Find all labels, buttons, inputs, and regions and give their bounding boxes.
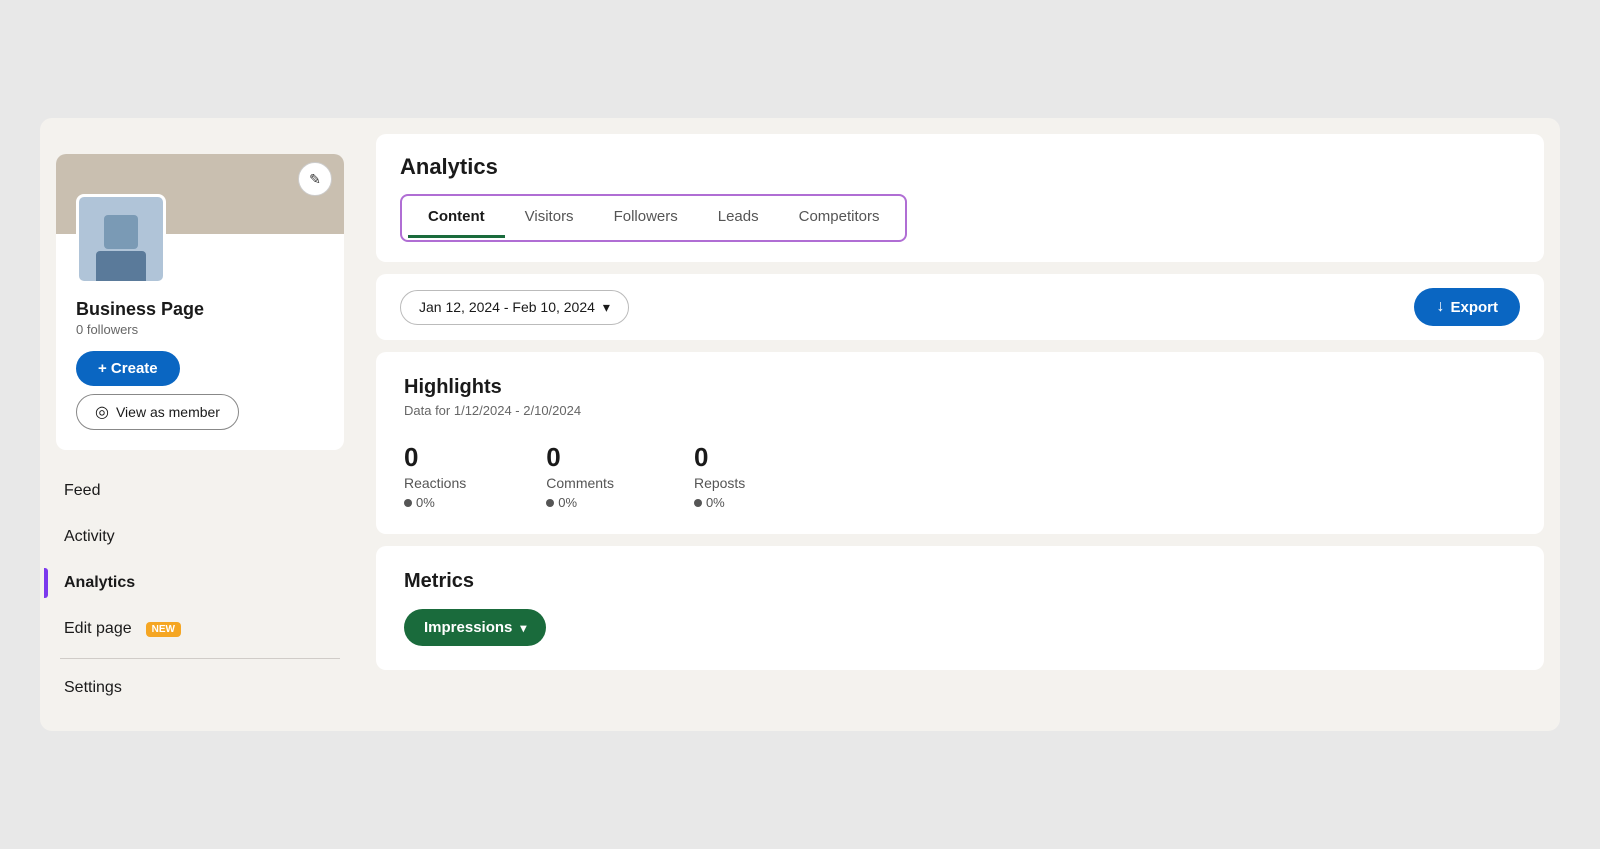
tab-followers[interactable]: Followers — [594, 198, 698, 238]
comments-dot — [546, 499, 554, 507]
reactions-number: 0 — [404, 442, 466, 473]
download-icon: ↓ — [1436, 298, 1444, 316]
analytics-header-card: Analytics Content Visitors Followers Lea… — [376, 134, 1544, 262]
feed-label: Feed — [64, 482, 100, 500]
settings-label: Settings — [64, 679, 122, 697]
metrics-title: Metrics — [404, 570, 1516, 593]
impressions-label: Impressions — [424, 619, 512, 636]
reactions-pct-value: 0% — [416, 495, 435, 510]
highlights-card: Highlights Data for 1/12/2024 - 2/10/202… — [376, 352, 1544, 534]
eye-icon: ◎ — [95, 402, 109, 422]
edit-icon: ✎ — [309, 171, 321, 188]
avatar-shape-bottom — [96, 251, 146, 281]
highlights-title: Highlights — [404, 376, 1516, 399]
comments-pct-value: 0% — [558, 495, 577, 510]
reposts-pct: 0% — [694, 495, 745, 510]
date-range-label: Jan 12, 2024 - Feb 10, 2024 — [419, 299, 595, 315]
highlights-subtitle: Data for 1/12/2024 - 2/10/2024 — [404, 403, 1516, 418]
view-as-member-button[interactable]: ◎ View as member — [76, 394, 239, 430]
reactions-pct: 0% — [404, 495, 466, 510]
stat-reactions: 0 Reactions 0% — [404, 442, 466, 510]
nav-divider — [60, 658, 340, 659]
export-button[interactable]: ↓ Export — [1414, 288, 1520, 326]
new-badge: NEW — [146, 622, 181, 637]
avatar — [76, 194, 166, 284]
profile-info: Business Page 0 followers — [56, 289, 344, 337]
edit-button[interactable]: ✎ — [298, 162, 332, 196]
impressions-button[interactable]: Impressions ▾ — [404, 609, 546, 646]
highlights-stats: 0 Reactions 0% 0 Comments 0% — [404, 442, 1516, 510]
reactions-label: Reactions — [404, 475, 466, 491]
reposts-label: Reposts — [694, 475, 745, 491]
tab-content[interactable]: Content — [408, 198, 505, 238]
activity-label: Activity — [64, 528, 115, 546]
reposts-dot — [694, 499, 702, 507]
stat-reposts: 0 Reposts 0% — [694, 442, 745, 510]
sidebar-nav: Feed Activity Analytics Edit page NEW Se… — [40, 468, 360, 711]
sidebar-item-feed[interactable]: Feed — [44, 468, 356, 514]
reposts-pct-value: 0% — [706, 495, 725, 510]
main-content: Analytics Content Visitors Followers Lea… — [360, 118, 1560, 731]
tab-visitors[interactable]: Visitors — [505, 198, 594, 238]
chevron-down-icon: ▾ — [520, 621, 526, 635]
edit-page-label: Edit page — [64, 620, 132, 638]
profile-card: ✎ Business Page 0 followers + Create ◎ V… — [56, 154, 344, 450]
comments-pct: 0% — [546, 495, 614, 510]
sidebar: ✎ Business Page 0 followers + Create ◎ V… — [40, 118, 360, 731]
date-bar-card: Jan 12, 2024 - Feb 10, 2024 ▾ ↓ Export — [376, 274, 1544, 340]
sidebar-item-analytics[interactable]: Analytics — [44, 560, 356, 606]
chevron-down-icon: ▾ — [603, 299, 610, 316]
comments-number: 0 — [546, 442, 614, 473]
analytics-tabs: Content Visitors Followers Leads Competi… — [400, 194, 907, 242]
profile-followers: 0 followers — [76, 322, 324, 337]
reactions-dot — [404, 499, 412, 507]
tab-leads[interactable]: Leads — [698, 198, 779, 238]
avatar-wrap — [76, 194, 166, 284]
reposts-number: 0 — [694, 442, 745, 473]
date-range-picker[interactable]: Jan 12, 2024 - Feb 10, 2024 ▾ — [400, 290, 629, 325]
sidebar-item-settings[interactable]: Settings — [44, 665, 356, 711]
metrics-card: Metrics Impressions ▾ — [376, 546, 1544, 670]
export-label: Export — [1450, 299, 1498, 316]
comments-label: Comments — [546, 475, 614, 491]
create-label: + Create — [98, 360, 158, 377]
sidebar-item-activity[interactable]: Activity — [44, 514, 356, 560]
stat-comments: 0 Comments 0% — [546, 442, 614, 510]
create-button[interactable]: + Create — [76, 351, 180, 386]
analytics-title: Analytics — [400, 154, 1520, 180]
sidebar-item-edit-page[interactable]: Edit page NEW — [44, 606, 356, 652]
view-member-label: View as member — [116, 404, 220, 420]
avatar-shape-top — [104, 215, 138, 249]
analytics-label: Analytics — [64, 574, 135, 592]
tab-competitors[interactable]: Competitors — [779, 198, 900, 238]
profile-name: Business Page — [76, 299, 324, 320]
